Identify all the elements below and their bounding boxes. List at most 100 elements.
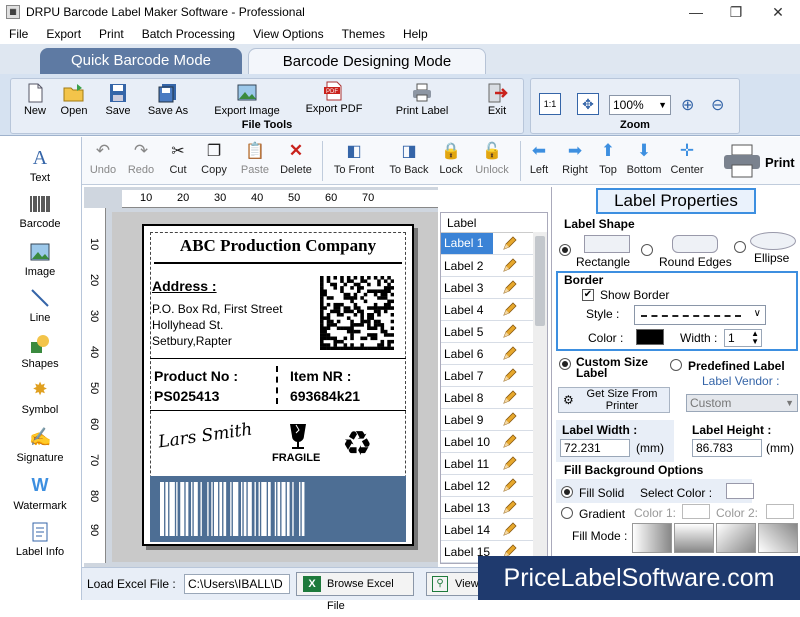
- shape-ellipse-radio[interactable]: [734, 241, 746, 253]
- zoom-in-icon[interactable]: ⊕: [681, 95, 694, 115]
- linear-barcode[interactable]: [150, 476, 406, 542]
- watermark-tool[interactable]: W Watermark: [0, 475, 80, 512]
- redo-button[interactable]: ↷ Redo: [124, 141, 158, 176]
- shape-round-edges-radio[interactable]: [641, 244, 653, 256]
- fragile-text[interactable]: FRAGILE: [272, 452, 320, 464]
- address-line[interactable]: P.O. Box Rd, First Street: [152, 302, 283, 316]
- label-list-item[interactable]: Label 4: [441, 299, 547, 321]
- menu-view-options[interactable]: View Options: [244, 27, 332, 41]
- browse-excel-button[interactable]: X Browse Excel File: [296, 572, 414, 612]
- gradient-color1-swatch[interactable]: [682, 504, 710, 519]
- to-front-button[interactable]: ◧ To Front: [328, 141, 380, 176]
- product-value[interactable]: PS025413: [154, 388, 219, 404]
- item-heading[interactable]: Item NR :: [290, 368, 351, 384]
- company-name[interactable]: ABC Production Company: [144, 236, 412, 256]
- get-size-from-printer-button[interactable]: ⚙ Get Size From Printer: [558, 387, 670, 413]
- image-tool[interactable]: Image: [0, 241, 80, 278]
- paste-button[interactable]: 📋 Paste: [236, 141, 274, 176]
- edit-pencil-icon[interactable]: [501, 301, 517, 318]
- menu-help[interactable]: Help: [394, 27, 437, 41]
- export-pdf-button[interactable]: PDF Export PDF: [301, 81, 367, 115]
- delete-button[interactable]: ✕ Delete: [276, 141, 316, 176]
- fit-to-window-icon[interactable]: ✥: [577, 93, 599, 115]
- edit-pencil-icon[interactable]: [501, 389, 517, 406]
- align-center-button[interactable]: ✛ Center: [668, 141, 706, 176]
- cut-button[interactable]: ✂ Cut: [164, 141, 192, 176]
- gradient-radio[interactable]: [561, 507, 573, 519]
- align-right-button[interactable]: ➡ Right: [558, 141, 592, 176]
- label-list-scrollbar[interactable]: [533, 232, 547, 562]
- custom-size-radio[interactable]: [559, 358, 571, 370]
- tab-barcode-designing-mode[interactable]: Barcode Designing Mode: [248, 48, 486, 74]
- edit-pencil-icon[interactable]: [501, 235, 517, 252]
- menu-batch-processing[interactable]: Batch Processing: [133, 27, 244, 41]
- align-top-button[interactable]: ⬆ Top: [594, 141, 622, 176]
- edit-pencil-icon[interactable]: [501, 433, 517, 450]
- label-list-item[interactable]: Label 2: [441, 255, 547, 277]
- label-list-item[interactable]: Label 5: [441, 321, 547, 343]
- label-list-item[interactable]: Label 13: [441, 497, 547, 519]
- print-toolbar-button[interactable]: [722, 143, 762, 179]
- actual-size-button[interactable]: 1:1: [539, 93, 561, 115]
- copy-button[interactable]: ❐ Copy: [196, 141, 232, 176]
- label-list-item[interactable]: Label 14: [441, 519, 547, 541]
- label-list-item[interactable]: Label 6: [441, 343, 547, 365]
- signature-tool[interactable]: ✍ Signature: [0, 427, 80, 464]
- edit-pencil-icon[interactable]: [501, 279, 517, 296]
- save-button[interactable]: Save: [99, 83, 137, 117]
- edit-pencil-icon[interactable]: [501, 411, 517, 428]
- shape-rectangle-radio[interactable]: [559, 244, 571, 256]
- fill-mode-vertical[interactable]: [674, 523, 714, 553]
- address-heading[interactable]: Address :: [152, 278, 217, 294]
- edit-pencil-icon[interactable]: [501, 455, 517, 472]
- border-style-select[interactable]: ∨: [634, 305, 766, 325]
- fill-mode-diagonal[interactable]: [716, 523, 756, 553]
- address-line[interactable]: Setbury,Rapter: [152, 334, 232, 348]
- zoom-select[interactable]: 100% ▼: [609, 95, 671, 115]
- restore-button[interactable]: ❐: [716, 0, 756, 24]
- lock-button[interactable]: 🔒 Lock: [436, 141, 466, 176]
- label-width-input[interactable]: 72.231: [560, 439, 630, 457]
- close-button[interactable]: ✕: [758, 0, 798, 24]
- edit-pencil-icon[interactable]: [501, 345, 517, 362]
- fill-solid-radio[interactable]: [561, 486, 573, 498]
- unlock-button[interactable]: 🔓 Unlock: [470, 141, 514, 176]
- fill-mode-horizontal[interactable]: [632, 523, 672, 553]
- fragile-glass-icon[interactable]: [284, 422, 312, 450]
- to-back-button[interactable]: ◨ To Back: [384, 141, 434, 176]
- show-border-checkbox[interactable]: ✔: [582, 289, 594, 301]
- label-height-input[interactable]: 86.783: [692, 439, 762, 457]
- recycle-icon[interactable]: ♻: [342, 424, 372, 464]
- exit-button[interactable]: Exit: [477, 83, 517, 117]
- tab-quick-barcode-mode[interactable]: Quick Barcode Mode: [40, 48, 242, 74]
- label-list-item[interactable]: Label 10: [441, 431, 547, 453]
- zoom-out-icon[interactable]: ⊖: [711, 95, 724, 115]
- shapes-tool[interactable]: Shapes: [0, 333, 80, 370]
- save-as-button[interactable]: Save As: [143, 83, 193, 117]
- menu-themes[interactable]: Themes: [333, 27, 394, 41]
- menu-export[interactable]: Export: [37, 27, 90, 41]
- fill-mode-backward-diagonal[interactable]: [758, 523, 798, 553]
- address-line[interactable]: Hollyhead St.: [152, 318, 223, 332]
- product-heading[interactable]: Product No :: [154, 368, 238, 384]
- excel-path-input[interactable]: C:\Users\IBALL\D: [184, 574, 290, 594]
- new-button[interactable]: New: [17, 83, 53, 117]
- align-left-button[interactable]: ⬅ Left: [524, 141, 554, 176]
- edit-pencil-icon[interactable]: [501, 257, 517, 274]
- label-list-item[interactable]: Label 9: [441, 409, 547, 431]
- undo-button[interactable]: ↶ Undo: [86, 141, 120, 176]
- line-tool[interactable]: Line: [0, 287, 80, 324]
- predefined-label-radio[interactable]: [670, 359, 682, 371]
- minimize-button[interactable]: —: [676, 0, 716, 24]
- view-button[interactable]: ⚲ View: [426, 572, 486, 596]
- scrollbar-thumb[interactable]: [535, 236, 545, 326]
- label-list-item[interactable]: Label 8: [441, 387, 547, 409]
- label-list-item[interactable]: Label 1: [441, 233, 547, 255]
- export-image-button[interactable]: Export Image: [207, 83, 287, 117]
- align-bottom-button[interactable]: ⬇ Bottom: [624, 141, 664, 176]
- menu-file[interactable]: File: [0, 27, 37, 41]
- menu-print[interactable]: Print: [90, 27, 133, 41]
- symbol-tool[interactable]: ✸ Symbol: [0, 379, 80, 416]
- item-value[interactable]: 693684k21: [290, 388, 360, 404]
- label-vendor-select[interactable]: Custom ▼: [686, 394, 798, 412]
